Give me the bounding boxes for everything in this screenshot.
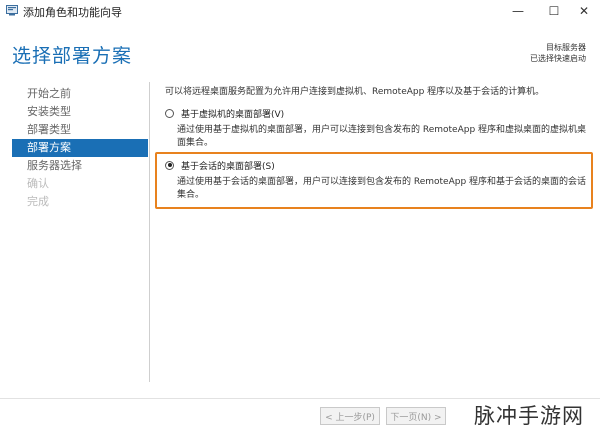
- minimize-icon: —: [512, 4, 524, 18]
- option-vm-deployment[interactable]: 基于虚拟机的桌面部署(V) 通过使用基于虚拟机的桌面部署，用户可以连接到包含发布…: [165, 106, 595, 150]
- destination-server-value: 已选择快速启动: [530, 54, 586, 63]
- option-vm-deployment-description: 通过使用基于虚拟机的桌面部署，用户可以连接到包含发布的 RemoteApp 程序…: [177, 125, 587, 148]
- maximize-icon: ☐: [548, 4, 560, 18]
- nav-divider: [149, 82, 150, 382]
- close-button[interactable]: ✕: [566, 0, 600, 22]
- option-vm-deployment-label[interactable]: 基于虚拟机的桌面部署(V): [181, 107, 284, 120]
- server-manager-icon: [6, 5, 18, 16]
- radio-session-deployment[interactable]: [165, 160, 174, 170]
- option-session-deployment-label[interactable]: 基于会话的桌面部署(S): [181, 159, 275, 172]
- page-title: 选择部署方案: [12, 45, 133, 67]
- destination-server: 目标服务器 已选择快速启动: [530, 42, 586, 64]
- radio-vm-deployment[interactable]: [165, 108, 174, 118]
- destination-server-label: 目标服务器: [546, 43, 586, 52]
- previous-button[interactable]: < 上一步(P): [320, 407, 380, 425]
- footer-divider: [0, 398, 600, 399]
- intro-text: 可以将远程桌面服务配置为允许用户连接到虚拟机、RemoteApp 程序以及基于会…: [165, 87, 545, 97]
- nav-item-server-selection[interactable]: 服务器选择: [12, 157, 148, 175]
- option-session-deployment-description: 通过使用基于会话的桌面部署，用户可以连接到包含发布的 RemoteApp 程序和…: [177, 177, 587, 200]
- nav-item-before-you-begin[interactable]: 开始之前: [12, 85, 148, 103]
- close-icon: ✕: [578, 4, 590, 18]
- nav-item-results: 完成: [27, 195, 49, 208]
- nav-item-installation-type[interactable]: 安装类型: [12, 103, 148, 121]
- nav-item-deployment-type[interactable]: 部署类型: [12, 121, 148, 139]
- watermark: 脉冲手游网: [474, 404, 584, 428]
- nav-item-confirmation: 确认: [27, 177, 49, 190]
- title-bar: 添加角色和功能向导 — ☐ ✕: [0, 0, 600, 22]
- option-session-deployment[interactable]: 基于会话的桌面部署(S) 通过使用基于会话的桌面部署，用户可以连接到包含发布的 …: [165, 158, 595, 202]
- minimize-button[interactable]: —: [500, 0, 536, 22]
- window-title: 添加角色和功能向导: [23, 6, 122, 19]
- wizard-nav: 开始之前 安装类型 部署类型 部署方案 服务器选择 确认 完成: [12, 85, 148, 211]
- next-button[interactable]: 下一页(N) >: [386, 407, 446, 425]
- nav-item-deployment-scenario[interactable]: 部署方案: [12, 139, 148, 157]
